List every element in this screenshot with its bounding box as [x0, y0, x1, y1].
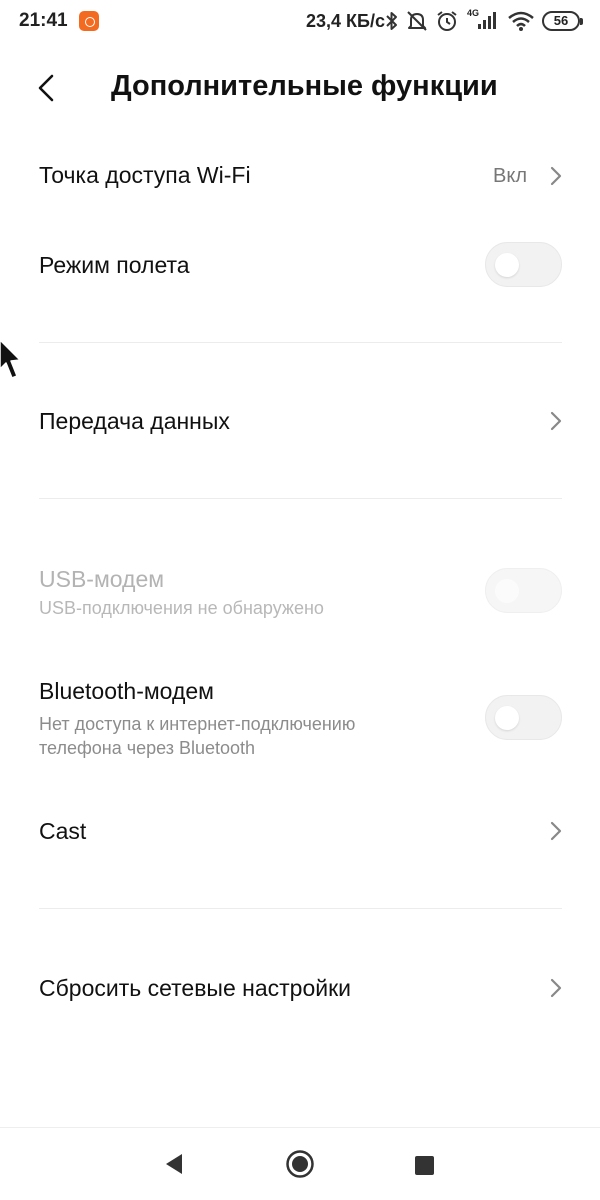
battery-icon: 56 — [542, 11, 583, 31]
row-title: Bluetooth-модем — [39, 678, 214, 704]
mute-icon — [407, 11, 427, 31]
status-time: 21:41 — [19, 10, 68, 31]
row-airplane-mode[interactable]: Режим полета — [0, 226, 600, 306]
app-notification-icon — [79, 11, 99, 31]
divider — [39, 908, 562, 909]
row-usb-modem: USB-модем USB-подключения не обнаружено — [0, 548, 600, 638]
network-speed: 23,4 КБ/с — [306, 11, 385, 31]
bluetooth-icon — [386, 12, 397, 30]
chevron-right-icon — [550, 821, 562, 841]
row-value: Вкл — [493, 165, 527, 187]
nav-back-icon[interactable] — [163, 1152, 185, 1176]
row-title: Сбросить сетевые настройки — [39, 975, 352, 1001]
toggle-knob — [495, 579, 519, 603]
row-title: USB-модем — [39, 566, 165, 592]
chevron-right-icon — [550, 978, 562, 998]
toggle-knob — [495, 253, 519, 277]
chevron-right-icon — [550, 411, 562, 431]
navigation-bar — [0, 1127, 600, 1200]
row-title: Режим полета — [39, 252, 190, 278]
row-subtitle: USB-подключения не обнаружено — [39, 598, 324, 618]
divider — [39, 342, 562, 343]
nav-home-icon[interactable] — [285, 1149, 315, 1179]
row-title: Передача данных — [39, 408, 230, 434]
wifi-icon — [508, 11, 534, 31]
mouse-cursor-icon — [0, 340, 21, 379]
back-button[interactable] — [30, 70, 64, 106]
row-title: Cast — [39, 818, 87, 844]
toggle-knob — [495, 706, 519, 730]
bluetooth-modem-toggle[interactable] — [485, 695, 562, 740]
row-cast[interactable]: Cast — [0, 794, 600, 870]
row-wifi-hotspot[interactable]: Точка доступа Wi-Fi Вкл — [0, 140, 600, 216]
airplane-mode-toggle[interactable] — [485, 242, 562, 287]
divider — [39, 498, 562, 499]
nav-recents-icon[interactable] — [415, 1156, 434, 1175]
usb-modem-toggle — [485, 568, 562, 613]
row-reset-network[interactable]: Сбросить сетевые настройки — [0, 950, 600, 1026]
cellular-signal-icon — [478, 12, 496, 29]
row-data-transfer[interactable]: Передача данных — [0, 384, 600, 460]
chevron-left-icon — [38, 74, 54, 102]
row-subtitle-line1: Нет доступа к интернет-подключению — [39, 714, 356, 734]
alarm-icon — [437, 11, 457, 31]
row-subtitle-line2: телефона через Bluetooth — [39, 738, 256, 758]
row-title: Точка доступа Wi-Fi — [39, 162, 251, 188]
status-bar: 21:41 23,4 КБ/с 4G 56 — [0, 0, 600, 44]
row-bluetooth-modem[interactable]: Bluetooth-модем Нет доступа к интернет-п… — [0, 662, 600, 772]
chevron-right-icon — [550, 166, 562, 186]
page-title: Дополнительные функции — [111, 70, 498, 102]
screen: 21:41 23,4 КБ/с 4G 56 Дополнительные фун… — [0, 0, 600, 1200]
